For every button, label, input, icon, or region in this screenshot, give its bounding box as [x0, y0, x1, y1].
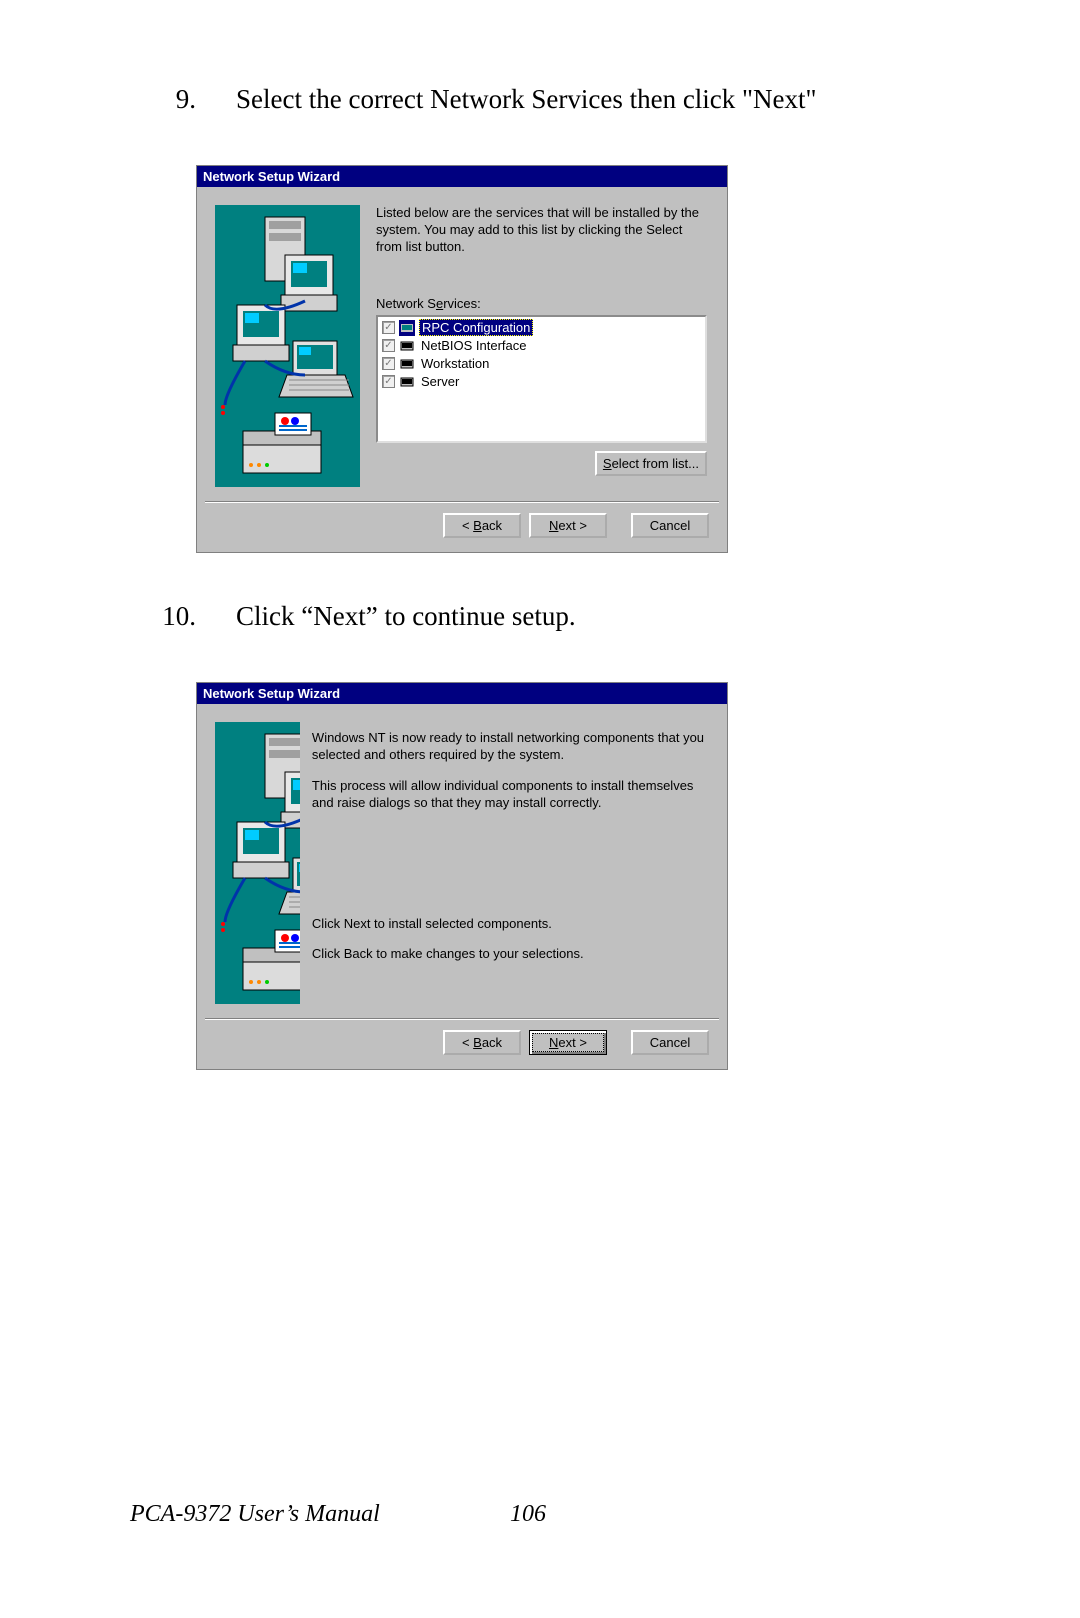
step-text: Click “Next” to continue setup.	[196, 601, 948, 632]
button-accelerator: N	[549, 1035, 558, 1050]
dialog-1-screenshot: Network Setup Wizard	[196, 165, 948, 553]
checkbox-icon[interactable]	[382, 321, 395, 334]
button-accelerator: S	[603, 456, 612, 471]
service-label: Server	[419, 374, 461, 389]
dialog-2-screenshot: Network Setup Wizard	[196, 682, 948, 1070]
cancel-button[interactable]: Cancel	[631, 1030, 709, 1055]
list-item[interactable]: Workstation	[380, 355, 703, 373]
dialog-titlebar: Network Setup Wizard	[197, 166, 727, 187]
checkbox-icon[interactable]	[382, 357, 395, 370]
button-accelerator: N	[549, 518, 558, 533]
network-setup-wizard-dialog: Network Setup Wizard	[196, 682, 728, 1070]
step-number: 10.	[128, 601, 196, 632]
step-10: 10. Click “Next” to continue setup.	[128, 601, 948, 632]
button-accelerator: B	[473, 1035, 482, 1050]
manual-title: PCA-9372 User’s Manual	[130, 1501, 380, 1527]
back-button[interactable]: < Back	[443, 1030, 521, 1055]
network-setup-wizard-dialog: Network Setup Wizard	[196, 165, 728, 553]
dialog-paragraph: Click Next to install selected component…	[312, 916, 707, 933]
service-label: Workstation	[419, 356, 491, 371]
page-number: 106	[510, 1501, 546, 1528]
list-item[interactable]: Server	[380, 373, 703, 391]
button-text: elect from list...	[612, 456, 699, 471]
service-icon	[399, 356, 415, 372]
list-item[interactable]: RPC Configuration	[380, 319, 703, 337]
label-part: Network S	[376, 296, 436, 311]
button-text: ext >	[558, 1035, 587, 1050]
checkbox-icon[interactable]	[382, 375, 395, 388]
service-icon	[399, 338, 415, 354]
service-icon	[399, 374, 415, 390]
button-text: <	[462, 518, 473, 533]
dialog-titlebar: Network Setup Wizard	[197, 683, 727, 704]
service-label: NetBIOS Interface	[419, 338, 529, 353]
next-button[interactable]: Next >	[529, 1030, 607, 1055]
button-accelerator: B	[473, 518, 482, 533]
checkbox-icon[interactable]	[382, 339, 395, 352]
dialog-paragraph: Click Back to make changes to your selec…	[312, 946, 707, 963]
step-text: Select the correct Network Services then…	[196, 84, 948, 115]
dialog-paragraph: Windows NT is now ready to install netwo…	[312, 730, 707, 764]
button-text: <	[462, 1035, 473, 1050]
wizard-image	[215, 205, 360, 487]
service-label: RPC Configuration	[419, 319, 533, 336]
dialog-paragraph: This process will allow individual compo…	[312, 778, 707, 812]
wizard-image	[215, 722, 300, 1004]
page-footer: PCA-9372 User’s Manual 106	[130, 1501, 950, 1528]
dialog-intro-text: Listed below are the services that will …	[376, 205, 707, 256]
button-text: ack	[482, 518, 502, 533]
cancel-button[interactable]: Cancel	[631, 513, 709, 538]
back-button[interactable]: < Back	[443, 513, 521, 538]
next-button[interactable]: Next >	[529, 513, 607, 538]
step-number: 9.	[128, 84, 196, 115]
select-from-list-button[interactable]: Select from list...	[595, 451, 707, 476]
button-text: ext >	[558, 518, 587, 533]
service-icon	[399, 320, 415, 336]
button-text: ack	[482, 1035, 502, 1050]
label-part: rvices:	[443, 296, 481, 311]
list-item[interactable]: NetBIOS Interface	[380, 337, 703, 355]
step-9: 9. Select the correct Network Services t…	[128, 84, 948, 115]
network-services-label: Network Services:	[376, 296, 707, 311]
network-services-listbox[interactable]: RPC Configuration NetBIOS Interface	[376, 315, 707, 443]
